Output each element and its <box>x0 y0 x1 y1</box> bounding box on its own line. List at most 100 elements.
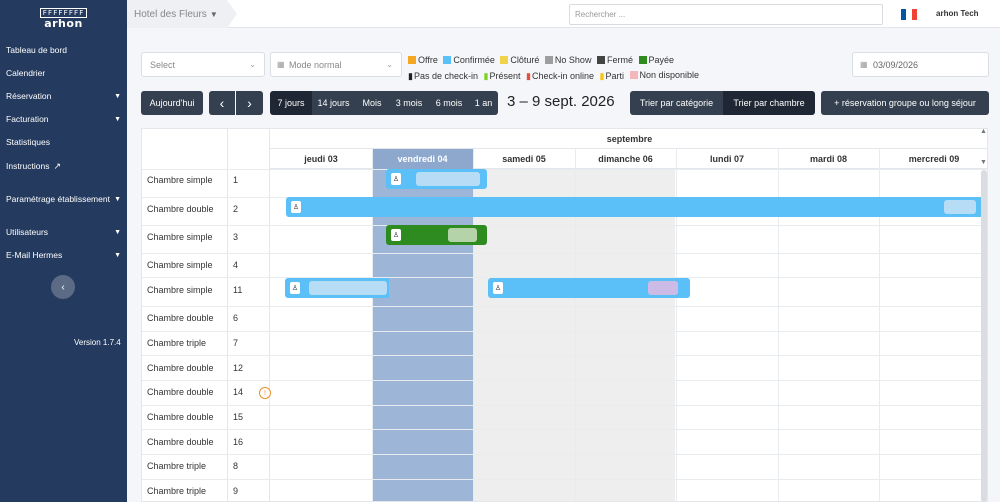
row-divider <box>142 253 987 254</box>
mode-select-value: Mode normal <box>289 59 342 70</box>
sidebar-item-label: Calendrier <box>6 68 46 78</box>
date-value: 03/09/2026 <box>873 59 919 70</box>
sidebar-item-label: Tableau de bord <box>6 45 67 55</box>
period-month-button[interactable]: Mois <box>355 91 389 115</box>
chevron-down-icon: ⌄ <box>249 60 256 69</box>
room-number: 7 <box>233 338 239 348</box>
reservation-label <box>309 281 387 295</box>
search-input[interactable]: Rechercher ... <box>569 4 883 25</box>
day-header: samedi 05 <box>473 149 575 169</box>
legend-no-show: No Show <box>544 53 592 67</box>
sidebar-item-statistiques[interactable]: Statistiques <box>6 134 121 150</box>
legend-label: Présent <box>489 71 521 81</box>
room-number: 4 <box>233 260 239 270</box>
legend-present: ▮ Présent <box>484 69 521 83</box>
collapse-sidebar-button[interactable]: ‹ <box>51 275 75 299</box>
period-6-months-button[interactable]: 6 mois <box>429 91 469 115</box>
sidebar-item-facturation[interactable]: Facturation ▼ <box>6 111 121 127</box>
reservation-bar[interactable]: ♙ <box>386 169 487 189</box>
row-divider <box>142 169 987 170</box>
reservation-bar[interactable]: ♙ <box>285 278 389 298</box>
sidebar-item-label: Statistiques <box>6 137 50 147</box>
period-3-months-button[interactable]: 3 mois <box>389 91 429 115</box>
chevron-right-icon: › <box>247 95 252 111</box>
logo-text: arhon <box>44 17 83 30</box>
reservation-bar[interactable]: ♙ <box>286 197 987 217</box>
room-number: 8 <box>233 461 239 471</box>
warning-icon[interactable]: ! <box>259 387 271 399</box>
legend-label: Clôturé <box>510 55 540 65</box>
room-name: Chambre simple <box>147 260 213 270</box>
scroll-up-arrow[interactable]: ▲ <box>980 128 987 135</box>
sidebar-item-instructions[interactable]: Instructions ↗ <box>6 158 121 174</box>
hotel-selector[interactable]: Hotel des Fleurs ▼ <box>127 0 237 28</box>
scrollbar[interactable] <box>981 170 987 502</box>
mode-select[interactable]: ▦ Mode normal ⌄ <box>270 52 402 77</box>
sidebar-item-reservation[interactable]: Réservation ▼ <box>6 88 121 104</box>
legend-swatch <box>500 56 509 64</box>
sort-by-category-button[interactable]: Trier par catégorie <box>630 91 723 115</box>
sidebar-item-label: Utilisateurs <box>6 227 49 237</box>
legend-swatch <box>443 56 452 64</box>
legend-label: Offre <box>418 55 438 65</box>
legend-cloture: Clôturé <box>500 53 539 67</box>
guest-icon: ♙ <box>391 229 401 241</box>
guest-icon: ♙ <box>291 201 301 213</box>
room-name: Chambre triple <box>147 486 207 496</box>
period-14-days-button[interactable]: 14 jours <box>312 91 355 115</box>
sidebar-item-utilisateurs[interactable]: Utilisateurs ▼ <box>6 224 121 240</box>
person-icon: ▮ <box>526 71 531 81</box>
user-name[interactable]: arhon Tech <box>936 9 979 18</box>
reservation-bar[interactable]: ♙ <box>488 278 690 298</box>
next-week-button[interactable]: › <box>236 91 263 115</box>
sidebar-item-calendrier[interactable]: Calendrier <box>6 65 121 81</box>
sidebar-item-email-hermes[interactable]: E-Mail Hermes ▼ <box>6 247 121 263</box>
sidebar-item-parametrage[interactable]: Paramétrage établissement ▼ <box>6 191 121 207</box>
group-booking-button[interactable]: + réservation groupe ou long séjour <box>821 91 989 115</box>
legend-swatch <box>629 71 638 79</box>
row-divider <box>142 479 987 480</box>
today-button[interactable]: Aujourd'hui <box>141 91 203 115</box>
person-icon: ▮ <box>483 71 489 81</box>
legend-swatch <box>596 56 605 64</box>
reservation-label <box>648 281 678 295</box>
legend-swatch <box>544 56 553 64</box>
day-header: dimanche 06 <box>575 149 676 169</box>
room-name: Chambre double <box>147 387 214 397</box>
date-picker[interactable]: ▦ 03/09/2026 <box>852 52 989 77</box>
chevron-down-icon: ⌄ <box>386 60 393 69</box>
legend-label: Fermé <box>606 55 633 65</box>
room-number: 9 <box>233 486 239 496</box>
legend-label: Parti <box>605 71 624 81</box>
category-select-placeholder: Select <box>150 59 176 70</box>
prev-week-button[interactable]: ‹ <box>209 91 235 115</box>
room-name: Chambre simple <box>147 232 213 242</box>
person-icon: ▮ <box>408 71 413 81</box>
reservation-bar[interactable]: ♙ <box>386 225 487 245</box>
sidebar-item-tableau-de-bord[interactable]: Tableau de bord <box>6 42 121 58</box>
legend-label: No Show <box>554 55 592 65</box>
legend-payee: Payée <box>638 53 675 67</box>
room-name: Chambre double <box>147 412 214 422</box>
room-number: 14 <box>233 387 244 397</box>
row-divider <box>142 355 987 356</box>
month-header: septembre <box>270 129 987 149</box>
french-flag-icon[interactable] <box>901 9 917 20</box>
scroll-down-arrow[interactable]: ▼ <box>980 159 987 166</box>
sort-by-room-button[interactable]: Trier par chambre <box>723 91 815 115</box>
legend-swatch <box>408 56 416 64</box>
room-name: Chambre triple <box>147 461 207 471</box>
reservation-label <box>416 172 480 186</box>
room-number: 2 <box>233 204 239 214</box>
chevron-down-icon: ▼ <box>114 115 121 123</box>
day-header: mercredi 09 <box>879 149 987 169</box>
period-1-year-button[interactable]: 1 an <box>469 91 498 115</box>
room-number: 15 <box>233 412 244 422</box>
legend-swatch <box>638 56 647 64</box>
category-select[interactable]: Select ⌄ <box>141 52 265 77</box>
legend-label: Payée <box>648 55 675 65</box>
logo[interactable]: FFFFFFFF arhon <box>0 0 127 34</box>
calendar-icon: ▦ <box>860 60 868 69</box>
room-number: 3 <box>233 232 239 242</box>
period-7-days-button[interactable]: 7 jours <box>270 91 312 115</box>
